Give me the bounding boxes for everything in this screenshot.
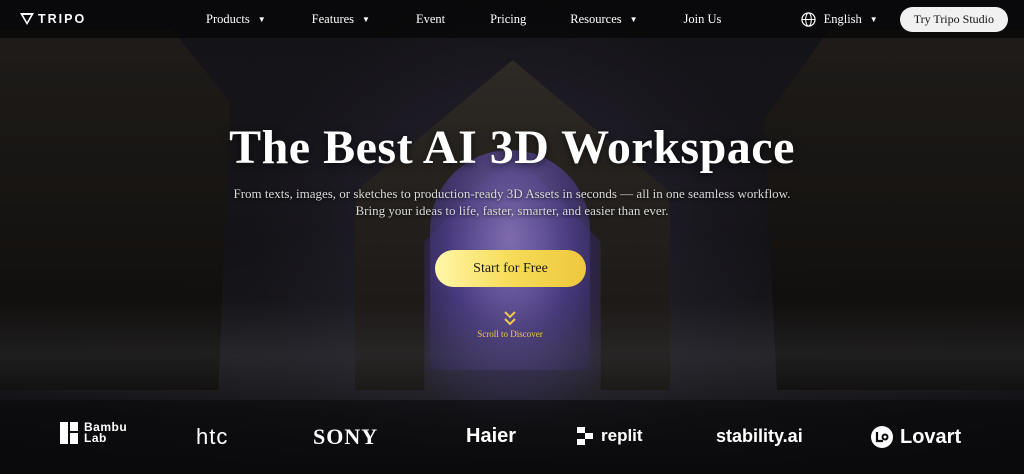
caret-down-icon: ▼ xyxy=(257,14,266,24)
start-for-free-button[interactable]: Start for Free xyxy=(435,250,586,287)
lovart-icon xyxy=(871,426,893,448)
tripo-logo-icon xyxy=(20,13,34,25)
nav-item-label: Resources xyxy=(570,11,622,26)
partner-logos-bar: Bambu Lab htc SONY Haier replit stabilit… xyxy=(0,400,1024,474)
nav-item-features[interactable]: Features ▼ xyxy=(312,12,370,27)
caret-down-icon: ▼ xyxy=(629,14,638,24)
language-selector[interactable]: English ▼ xyxy=(800,11,878,27)
nav-item-event[interactable]: Event xyxy=(416,12,445,27)
globe-icon xyxy=(800,11,816,27)
main-menu: Products ▼ Features ▼ Event Pricing Reso… xyxy=(190,12,721,27)
replit-icon xyxy=(577,427,593,445)
replit-logo: replit xyxy=(577,426,643,446)
bambu-lab-logo: Bambu Lab xyxy=(60,421,127,445)
try-tripo-studio-button[interactable]: Try Tripo Studio xyxy=(899,6,1008,32)
nav-item-label: Features xyxy=(311,11,355,26)
tripo-logo[interactable]: TRIPO xyxy=(20,12,190,26)
nav-item-label: Products xyxy=(206,11,250,26)
bambu-line-2: Lab xyxy=(84,431,107,445)
haier-logo: Haier xyxy=(466,425,517,447)
language-label: English xyxy=(823,11,862,26)
hero-subtitle-line-2: Bring your ideas to life, faster, smarte… xyxy=(355,203,669,218)
scroll-label: Scroll to Discover xyxy=(477,329,543,339)
sony-logo: SONY xyxy=(313,424,379,449)
caret-down-icon: ▼ xyxy=(869,14,878,24)
stability-ai-logo: stability.ai xyxy=(716,426,803,446)
scroll-to-discover[interactable]: Scroll to Discover xyxy=(460,309,560,339)
nav-item-label: Event xyxy=(415,11,446,26)
logo-text: TRIPO xyxy=(38,12,87,26)
hero-title: The Best AI 3D Workspace xyxy=(229,121,795,174)
nav-item-join-us[interactable]: Join Us xyxy=(684,12,722,27)
hero-subtitle: From texts, images, or sketches to produ… xyxy=(0,185,1024,219)
lovart-logo: Lovart xyxy=(870,425,961,449)
double-chevron-down-icon xyxy=(504,311,516,326)
replit-text: replit xyxy=(601,426,643,445)
nav-item-products[interactable]: Products ▼ xyxy=(206,12,266,27)
nav-item-pricing[interactable]: Pricing xyxy=(490,12,526,27)
hero-subtitle-line-1: From texts, images, or sketches to produ… xyxy=(233,186,791,201)
caret-down-icon: ▼ xyxy=(362,14,370,24)
nav-item-resources[interactable]: Resources ▼ xyxy=(570,12,637,27)
htc-logo: htc xyxy=(196,424,229,449)
bambu-lab-icon xyxy=(60,422,78,444)
lovart-text: Lovart xyxy=(900,425,962,448)
nav-item-label: Pricing xyxy=(490,11,527,26)
nav-item-label: Join Us xyxy=(683,11,722,26)
top-navigation-bar: TRIPO Products ▼ Features ▼ Event Pricin… xyxy=(0,0,1024,38)
